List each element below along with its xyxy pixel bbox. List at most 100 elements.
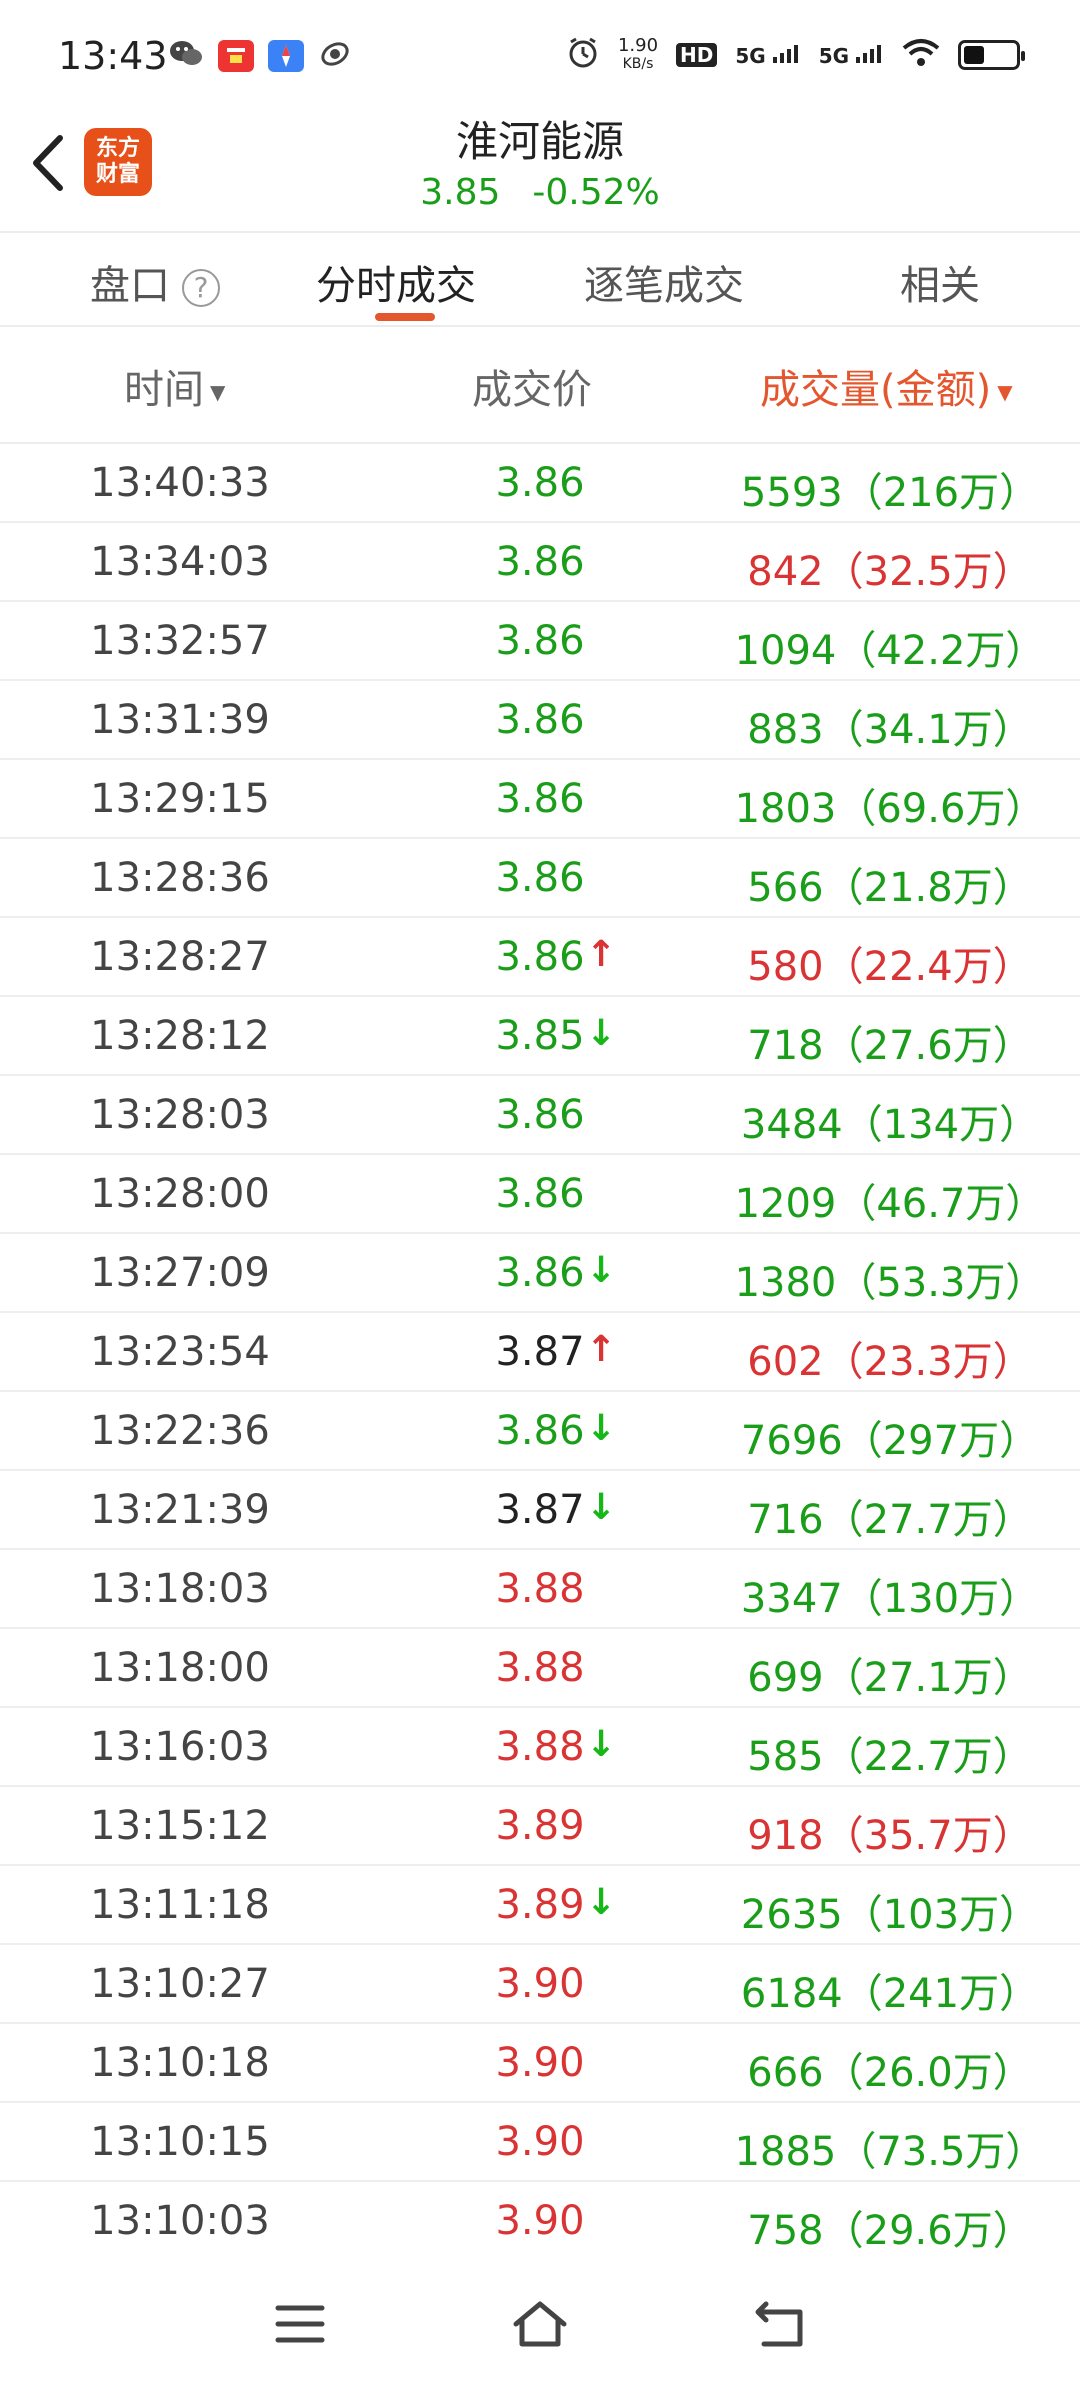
column-header-time[interactable]: 时间 ▼ [124, 357, 225, 415]
trade-time: 13:18:00 [90, 1645, 270, 1691]
help-icon[interactable]: ? [182, 269, 220, 307]
trade-time: 13:21:39 [90, 1487, 270, 1533]
trade-time: 13:18:03 [90, 1566, 270, 1612]
back-nav-button[interactable] [750, 2296, 810, 2352]
trade-volume: 2635（103万） [740, 1892, 1040, 1938]
trade-row: 13:10:03 3.90 758（29.6万） [0, 2182, 1080, 2261]
trade-price-value: 3.90 [495, 1961, 585, 2007]
trade-price-value: 3.86 [495, 539, 585, 585]
tab-bar: 盘口? 分时成交 逐笔成交 相关 [0, 233, 1080, 325]
system-nav-bar [0, 2258, 1080, 2388]
tab-tick-trades[interactable]: 逐笔成交 [584, 253, 744, 311]
trade-time: 13:40:33 [90, 460, 270, 506]
trade-time: 13:31:39 [90, 697, 270, 743]
stock-change: -0.52% [532, 172, 660, 213]
trade-volume: 566（21.8万） [747, 865, 1033, 911]
arrow-down-icon: ↓ [586, 1013, 617, 1054]
trade-price: 3.86 [460, 1092, 620, 1138]
trade-time: 13:23:54 [90, 1329, 270, 1375]
trade-time: 13:15:12 [90, 1803, 270, 1849]
trade-price-value: 3.86 [495, 697, 585, 743]
column-header-volume[interactable]: 成交量(金额) ▼ [760, 357, 1013, 415]
trade-price-value: 3.88 [495, 1566, 585, 1612]
trade-time: 13:22:36 [90, 1408, 270, 1454]
trade-price-value: 3.87 [495, 1329, 585, 1375]
compass-icon [268, 40, 304, 72]
trade-volume: 758（29.6万） [747, 2208, 1033, 2254]
trade-time: 13:28:03 [90, 1092, 270, 1138]
sim1-signal: 5G [735, 43, 800, 68]
trade-volume: 585（22.7万） [747, 1734, 1033, 1780]
trade-volume: 580（22.4万） [747, 944, 1033, 990]
trade-volume: 918（35.7万） [747, 1813, 1033, 1859]
wifi-icon [902, 38, 940, 72]
trade-row: 13:31:39 3.86 883（34.1万） [0, 681, 1080, 760]
trade-time: 13:28:00 [90, 1171, 270, 1217]
battery-icon [958, 40, 1025, 70]
trade-volume: 699（27.1万） [747, 1655, 1033, 1701]
sync-icon [318, 38, 352, 74]
trade-volume: 718（27.6万） [747, 1023, 1033, 1069]
trade-price-value: 3.89 [495, 1882, 585, 1928]
stock-price: 3.85 [420, 172, 501, 213]
stock-header: 东方 财富 淮河能源 3.85 -0.52% [0, 100, 1080, 230]
net-speed: 1.90 KB/s [617, 35, 659, 73]
trade-time: 13:10:03 [90, 2198, 270, 2244]
arrow-up-icon: ↑ [586, 1329, 617, 1370]
menu-icon [275, 2305, 325, 2343]
trade-volume: 3347（130万） [740, 1576, 1040, 1622]
trade-row: 13:10:27 3.90 6184（241万） [0, 1945, 1080, 2024]
trade-price-value: 3.90 [495, 2119, 585, 2165]
trade-row: 13:34:03 3.86 842（32.5万） [0, 523, 1080, 602]
trade-volume: 3484（134万） [740, 1102, 1040, 1148]
trade-price: 3.86 [460, 855, 620, 901]
trade-price: 3.88 [460, 1566, 620, 1612]
trade-price: 3.90 [460, 1961, 620, 2007]
home-button[interactable] [510, 2296, 570, 2352]
trade-row: 13:32:57 3.86 1094（42.2万） [0, 602, 1080, 681]
return-icon [755, 2301, 803, 2347]
trade-price: 3.89 ↓ [460, 1882, 620, 1928]
trade-price-value: 3.86 [495, 1250, 585, 1296]
trade-price: 3.86 [460, 697, 620, 743]
tab-minute-trades[interactable]: 分时成交 [316, 253, 476, 311]
trade-time: 13:28:12 [90, 1013, 270, 1059]
trade-time: 13:11:18 [90, 1882, 270, 1928]
trade-row: 13:22:36 3.86 ↓ 7696（297万） [0, 1392, 1080, 1471]
trade-price: 3.90 [460, 2040, 620, 2086]
trade-list: 13:40:33 3.86 5593（216万） 13:34:03 3.86 842（32… [0, 444, 1080, 2261]
tab-order-book[interactable]: 盘口? [90, 253, 220, 311]
trade-price-value: 3.89 [495, 1803, 585, 1849]
trade-price: 3.86 [460, 539, 620, 585]
alarm-icon [566, 36, 600, 74]
trade-row: 13:28:03 3.86 3484（134万） [0, 1076, 1080, 1155]
trade-volume: 6184（241万） [740, 1971, 1040, 2017]
trade-price-value: 3.90 [495, 2198, 585, 2244]
trade-price-value: 3.86 [495, 1092, 585, 1138]
trade-price: 3.86 [460, 1171, 620, 1217]
trade-price-value: 3.88 [495, 1724, 585, 1770]
trade-price: 3.86 [460, 618, 620, 664]
trade-price: 3.90 [460, 2198, 620, 2244]
tab-related[interactable]: 相关 [900, 253, 980, 311]
arrow-up-icon: ↑ [586, 934, 617, 975]
status-bar: 13:43 1.90 KB/s HD 5G 5G [0, 0, 1080, 100]
trade-row: 13:28:12 3.85 ↓ 718（27.6万） [0, 997, 1080, 1076]
trade-volume: 1094（42.2万） [734, 628, 1046, 674]
trade-row: 13:18:03 3.88 3347（130万） [0, 1550, 1080, 1629]
trade-time: 13:32:57 [90, 618, 270, 664]
trade-row: 13:10:18 3.90 666（26.0万） [0, 2024, 1080, 2103]
trade-volume: 5593（216万） [740, 470, 1040, 516]
arrow-down-icon: ↓ [586, 1882, 617, 1923]
trade-row: 13:10:15 3.90 1885（73.5万） [0, 2103, 1080, 2182]
trade-price-value: 3.86 [495, 776, 585, 822]
arrow-down-icon: ↓ [586, 1250, 617, 1291]
trade-price: 3.88 [460, 1645, 620, 1691]
trade-price: 3.86 [460, 460, 620, 506]
trade-price: 3.87 ↓ [460, 1487, 620, 1533]
trade-volume: 666（26.0万） [747, 2050, 1033, 2096]
menu-button[interactable] [270, 2296, 330, 2352]
trade-price: 3.89 [460, 1803, 620, 1849]
trade-price-value: 3.86 [495, 1171, 585, 1217]
trade-price-value: 3.86 [495, 1408, 585, 1454]
